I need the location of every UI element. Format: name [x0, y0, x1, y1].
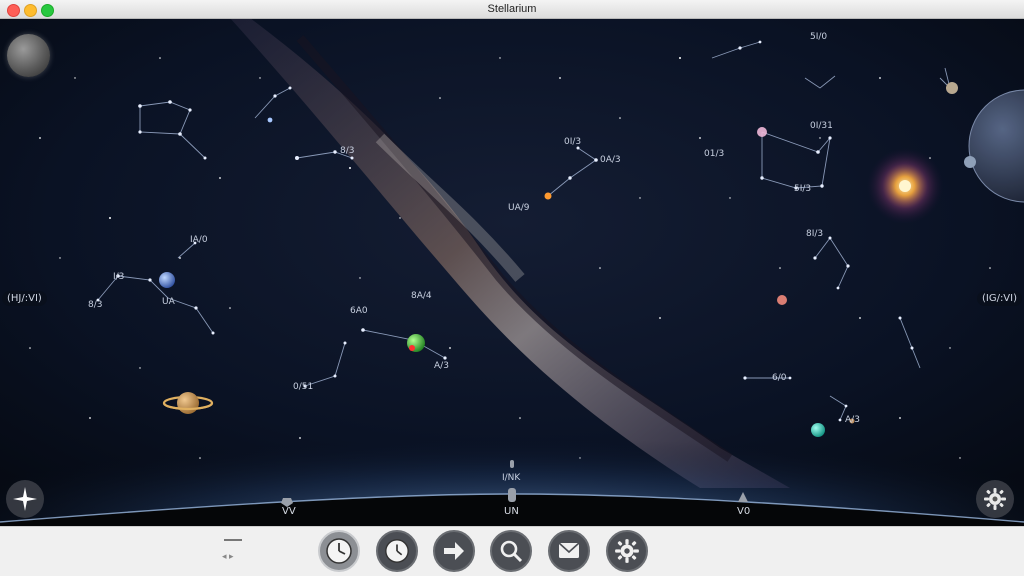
sky-label[interactable]: 6A0: [350, 306, 368, 316]
sky-label[interactable]: 01/3: [704, 149, 724, 159]
gear-icon: [615, 539, 639, 563]
search-button[interactable]: [490, 530, 532, 572]
date-time-button[interactable]: [318, 530, 360, 572]
compass-button[interactable]: [6, 480, 44, 518]
sky-label[interactable]: 8/3: [88, 300, 102, 310]
arrow-right-icon: [444, 542, 464, 560]
bright-star-pink[interactable]: [757, 127, 767, 137]
window-title: Stellarium: [487, 3, 537, 15]
sky-label[interactable]: UA: [162, 297, 175, 307]
zenith-tick: [510, 460, 514, 468]
screen-button[interactable]: [548, 530, 590, 572]
horizon-label-west: VV: [282, 506, 296, 517]
stellarium-window: Stellarium 0I/3 0A/3 UA/9 0I/31 01/3 5I/…: [0, 0, 1024, 576]
screen-icon: [558, 542, 580, 558]
sky-label[interactable]: 0/51: [293, 382, 313, 392]
sky-label[interactable]: 5I/3: [794, 184, 811, 194]
sky-label[interactable]: 0A/3: [600, 155, 621, 165]
bright-star-red[interactable]: [777, 295, 787, 305]
sun[interactable]: [899, 180, 911, 192]
sky-label[interactable]: 0I/3: [564, 137, 581, 147]
right-edge-label[interactable]: (IG/:VI): [976, 291, 1022, 306]
object-marker-red: [409, 345, 415, 351]
sky-label[interactable]: 8I/3: [806, 229, 823, 239]
sky-label[interactable]: A/3: [434, 361, 449, 371]
time-button[interactable]: [376, 530, 418, 572]
settings-corner-button[interactable]: [976, 480, 1014, 518]
sky-label[interactable]: A/3: [845, 415, 860, 425]
search-icon: [500, 540, 523, 563]
time-rate-control[interactable]: ◂ ▸: [222, 537, 246, 565]
sky-view[interactable]: 0I/3 0A/3 UA/9 0I/31 01/3 5I/3 8I/3 IA/0…: [0, 18, 1024, 528]
sky-label[interactable]: UA/9: [508, 203, 530, 213]
sky-label[interactable]: 5I/0: [810, 32, 827, 42]
gear-icon: [984, 488, 1006, 510]
left-edge-label[interactable]: (HJ/:VI): [2, 291, 47, 306]
settings-button[interactable]: [606, 530, 648, 572]
forward-button[interactable]: [433, 530, 475, 572]
planet-orange[interactable]: [544, 192, 552, 200]
sky-label[interactable]: 8/3: [340, 146, 354, 156]
sky-canvas[interactable]: [0, 18, 1024, 528]
planet-blue[interactable]: [159, 272, 175, 288]
planet-grey[interactable]: [946, 82, 958, 94]
arrows-icon: ◂ ▸: [222, 551, 234, 561]
sky-label[interactable]: IA/0: [190, 235, 208, 245]
compass-star-icon: [13, 487, 37, 511]
watch-icon: [385, 539, 409, 563]
bottom-toolbar: ◂ ▸: [0, 526, 1024, 576]
minus-icon: [224, 539, 242, 541]
sky-label[interactable]: I/NK: [502, 473, 520, 483]
clock-icon: [326, 538, 352, 564]
sky-label[interactable]: 8A/4: [411, 291, 432, 301]
moon-icon[interactable]: [7, 34, 50, 77]
title-bar: Stellarium: [0, 0, 1024, 19]
sky-label[interactable]: 6/0: [772, 373, 786, 383]
sky-label[interactable]: I/3: [113, 272, 124, 282]
horizon-marker-south: [508, 488, 516, 502]
horizon-label-east: V0: [737, 506, 751, 517]
horizon-label-south: UN: [504, 506, 519, 517]
sky-label[interactable]: 0I/31: [810, 121, 833, 131]
